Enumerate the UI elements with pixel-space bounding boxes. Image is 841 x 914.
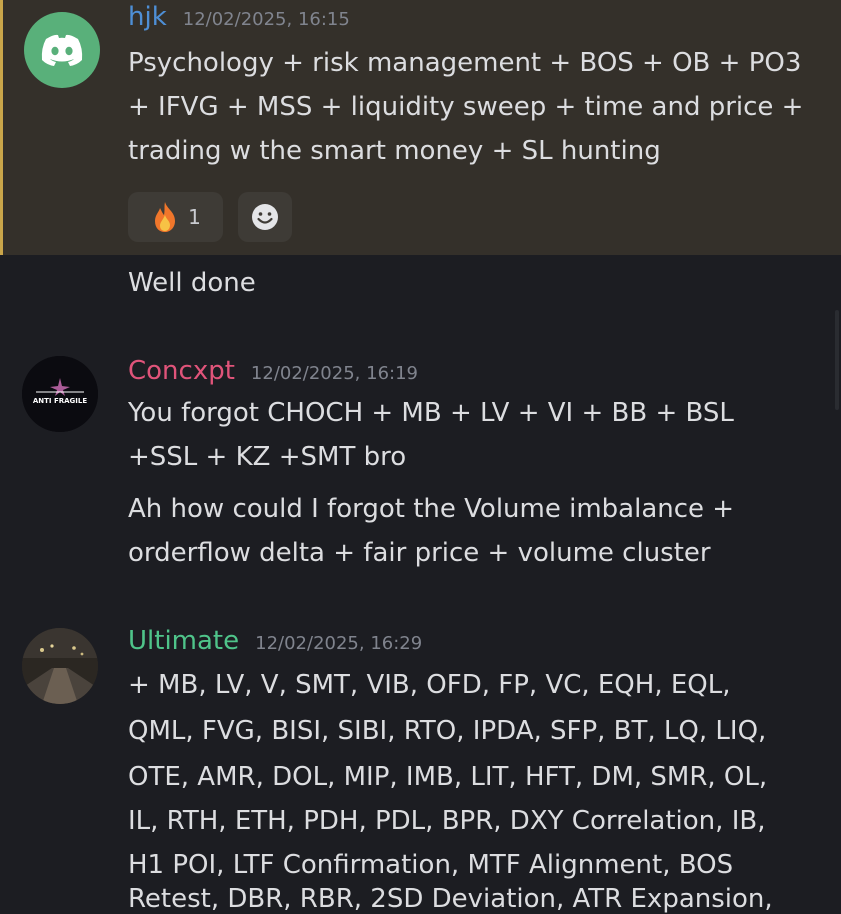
avatar[interactable]: ANTI FRAGILE <box>22 356 98 432</box>
scrollbar[interactable] <box>835 310 839 410</box>
discord-icon <box>41 34 83 66</box>
fire-emoji <box>155 202 176 232</box>
message-header: Ultimate 12/02/2025, 16:29 <box>128 626 422 656</box>
svg-text:ANTI FRAGILE: ANTI FRAGILE <box>33 397 87 405</box>
add-reaction-button[interactable] <box>238 192 292 242</box>
timestamp: 12/02/2025, 16:19 <box>250 363 418 384</box>
avatar[interactable] <box>24 12 100 88</box>
message-hjk[interactable] <box>0 0 841 255</box>
message-header: Concxpt 12/02/2025, 16:19 <box>128 356 418 386</box>
smiley-icon <box>252 204 278 230</box>
reaction-count: 1 <box>188 205 201 229</box>
chat-message-list: hjk 12/02/2025, 16:15 Psychology + risk m… <box>0 0 841 914</box>
avatar[interactable] <box>22 628 98 704</box>
message-text: IL, RTH, ETH, PDH, PDL, BPR, DXY Correla… <box>128 806 766 836</box>
message-text: H1 POI, LTF Confirmation, MTF Alignment,… <box>128 850 734 880</box>
avatar-photo <box>22 628 98 704</box>
message-text: OTE, AMR, DOL, MIP, IMB, LIT, HFT, DM, S… <box>128 762 768 792</box>
timestamp: 12/02/2025, 16:29 <box>255 633 423 654</box>
message-text: You forgot CHOCH + MB + LV + VI + BB + B… <box>128 398 734 428</box>
timestamp: 12/02/2025, 16:15 <box>182 9 350 30</box>
message-text: Retest, DBR, RBR, 2SD Deviation, ATR Exp… <box>128 884 773 914</box>
message-text: Well done <box>128 268 256 298</box>
message-text: trading w the smart money + SL hunting <box>128 136 661 166</box>
message-text: + MB, LV, V, SMT, VIB, OFD, FP, VC, EQH,… <box>128 670 731 700</box>
message-text: +SSL + KZ +SMT bro <box>128 442 407 472</box>
reaction-fire[interactable]: 1 <box>128 192 223 242</box>
message-header: hjk 12/02/2025, 16:15 <box>128 2 350 32</box>
anti-fragile-logo: ANTI FRAGILE <box>22 356 98 432</box>
username[interactable]: Concxpt <box>128 356 235 386</box>
message-text: Psychology + risk management + BOS + OB … <box>128 48 802 78</box>
message-text: + IFVG + MSS + liquidity sweep + time an… <box>128 92 804 122</box>
username[interactable]: Ultimate <box>128 626 239 656</box>
message-text: orderflow delta + fair price + volume cl… <box>128 538 711 568</box>
message-text: QML, FVG, BISI, SIBI, RTO, IPDA, SFP, BT… <box>128 716 767 746</box>
username[interactable]: hjk <box>128 2 167 32</box>
message-text: Ah how could I forgot the Volume imbalan… <box>128 494 735 524</box>
